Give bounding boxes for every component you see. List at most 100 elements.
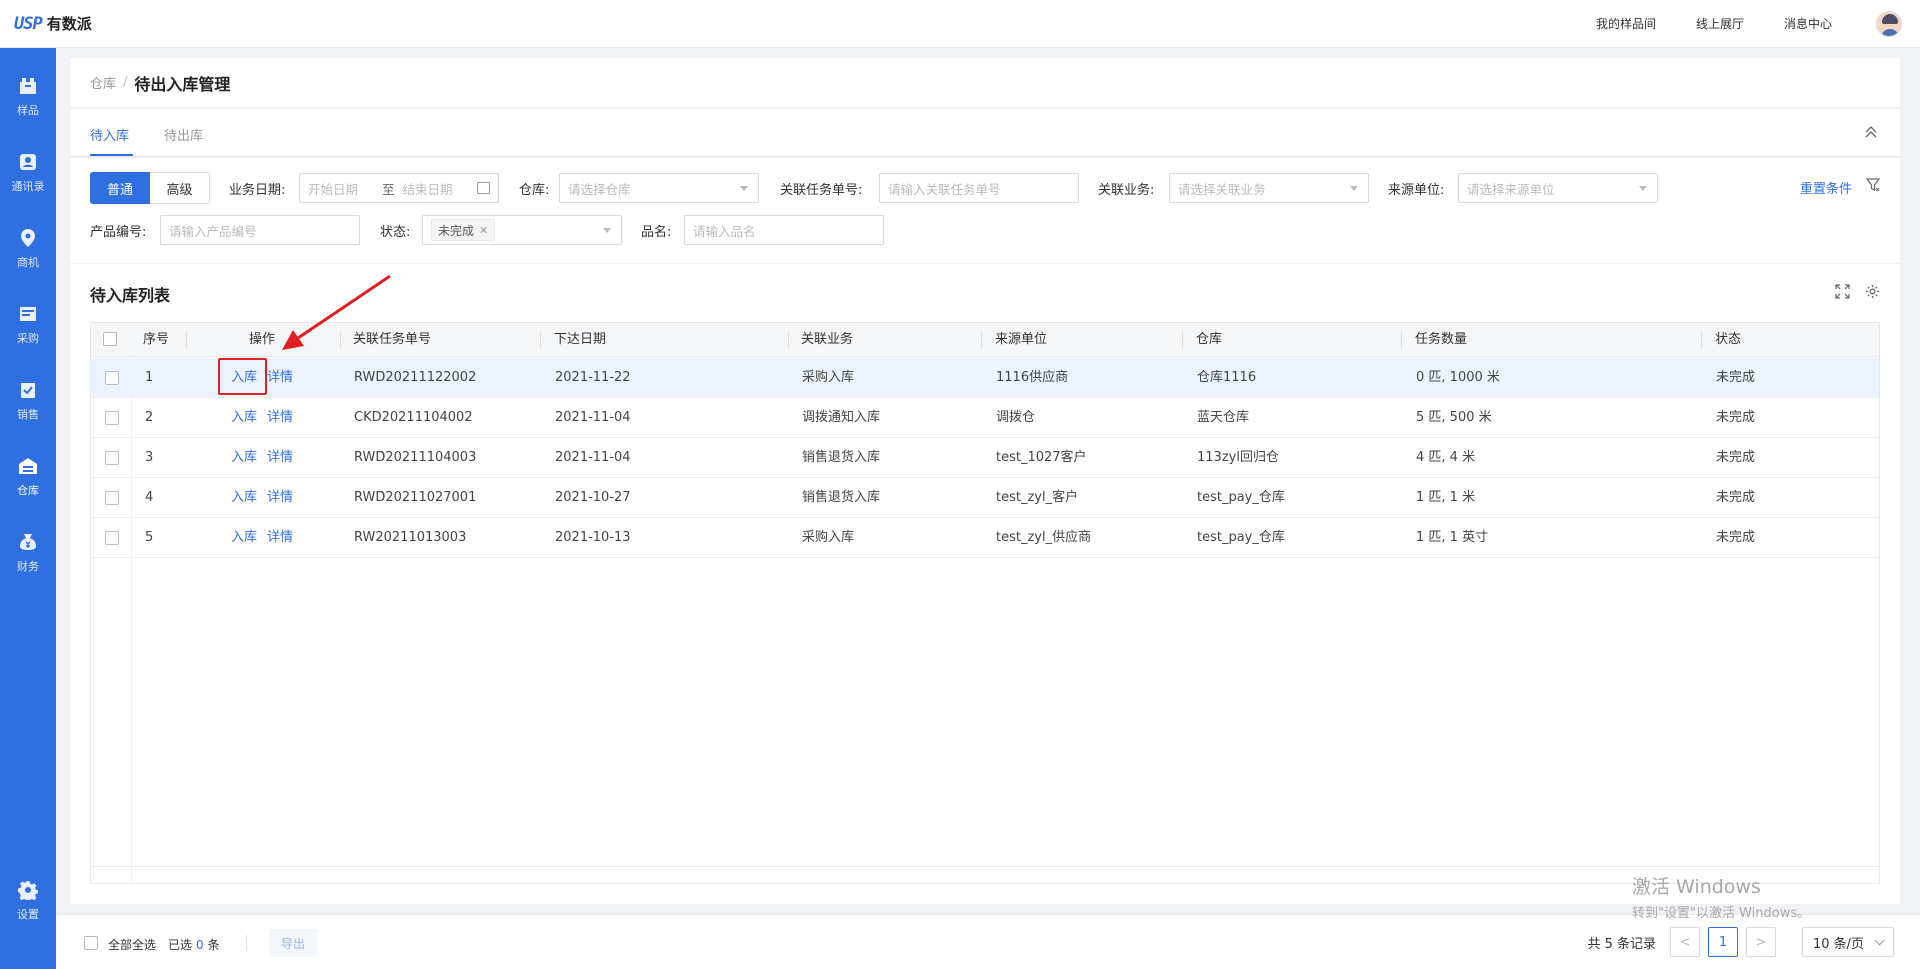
windows-watermark: 激活 Windows 转到"设置"以激活 Windows。	[1632, 872, 1810, 921]
page-size-select[interactable]: 10 条/页	[1802, 927, 1894, 957]
warehouse-select[interactable]: 请选择仓库	[559, 173, 759, 203]
product-name-placeholder: 请输入品名	[693, 223, 756, 239]
sidebar-item-finance[interactable]: 财务	[0, 532, 56, 592]
page-1-button[interactable]: 1	[1708, 927, 1738, 957]
sidebar-item-sample[interactable]: 样品	[0, 76, 56, 136]
table-scrollbar-track[interactable]	[91, 866, 1879, 867]
collapse-up-icon[interactable]	[1864, 125, 1878, 139]
row-checkbox[interactable]	[105, 491, 119, 505]
select-all-footer-checkbox[interactable]	[84, 936, 98, 950]
sidebar-item-sales[interactable]: 销售	[0, 380, 56, 440]
issue-date-cell: 2021-10-27	[555, 490, 631, 505]
source-cell: 调拨仓	[996, 410, 1036, 425]
date-end: 结束日期	[402, 181, 453, 197]
table-row[interactable]: 4 入库 详情 RWD20211027001 2021-10-27 销售退货入库 …	[91, 478, 1879, 518]
sidebar-item-settings[interactable]: 设置	[0, 880, 56, 940]
warehouse-cell: 113zyl回归仓	[1197, 450, 1279, 465]
selected-count: 已选 0 条	[168, 936, 220, 953]
reset-filters-button[interactable]: 重置条件	[1800, 178, 1852, 197]
quantity-cell: 5 匹, 500 米	[1416, 410, 1492, 425]
date-range-picker[interactable]: 开始日期 至 结束日期	[299, 173, 499, 203]
top-bar: USP 有数派 我的样品间 线上展厅 消息中心	[0, 0, 1920, 48]
date-start: 开始日期	[308, 181, 359, 197]
next-page-button[interactable]: >	[1746, 927, 1776, 957]
product-no-input[interactable]: 请输入产品编号	[160, 215, 360, 245]
sidebar-item-label: 采购	[17, 332, 39, 345]
logo[interactable]: USP 有数派	[14, 13, 92, 34]
table-row[interactable]: 5 入库 详情 RW20211013003 2021-10-13 采购入库 tes…	[91, 518, 1879, 558]
row-index: 2	[145, 410, 154, 425]
product-name-input[interactable]: 请输入品名	[684, 215, 884, 245]
nav-online-hall[interactable]: 线上展厅	[1696, 15, 1744, 32]
task-no-input[interactable]: 请输入关联任务单号	[879, 173, 1079, 203]
close-icon[interactable]: ✕	[479, 224, 488, 237]
sidebar-item-warehouse[interactable]: 仓库	[0, 456, 56, 516]
status-cell: 未完成	[1716, 410, 1756, 425]
stock-in-button[interactable]: 入库	[231, 450, 257, 465]
total-records: 共 5 条记录	[1587, 936, 1656, 952]
export-button[interactable]: 导出	[269, 929, 317, 957]
source-cell: test_zyl_供应商	[996, 530, 1092, 545]
chevron-down-icon	[1350, 186, 1358, 191]
gear-icon[interactable]	[1865, 284, 1880, 299]
advanced-mode-button[interactable]: 高级	[150, 172, 210, 204]
prev-page-button[interactable]: <	[1670, 927, 1700, 957]
column-header: 状态	[1715, 332, 1742, 347]
detail-button[interactable]: 详情	[267, 530, 293, 545]
task-no-cell: RWD20211027001	[354, 490, 477, 505]
normal-mode-button[interactable]: 普通	[90, 172, 150, 204]
logo-mark: USP	[14, 13, 43, 34]
status-select[interactable]: 未完成 ✕	[422, 215, 622, 245]
nav-sample-room[interactable]: 我的样品间	[1596, 15, 1656, 32]
row-checkbox[interactable]	[105, 531, 119, 545]
warehouse-cell: test_pay_仓库	[1197, 490, 1285, 505]
sidebar-item-purchase[interactable]: 采购	[0, 304, 56, 364]
logo-name: 有数派	[46, 15, 92, 33]
issue-date-cell: 2021-10-13	[555, 530, 631, 545]
row-checkbox[interactable]	[105, 451, 119, 465]
stock-in-button[interactable]: 入库	[231, 530, 257, 545]
detail-button[interactable]: 详情	[267, 450, 293, 465]
business-cell: 采购入库	[802, 370, 855, 385]
filter-clear-icon[interactable]	[1866, 178, 1880, 192]
row-index: 1	[145, 370, 154, 385]
status-tag[interactable]: 未完成 ✕	[431, 219, 496, 241]
tabs-bar: 待入库 待出库	[70, 109, 1900, 157]
status-cell: 未完成	[1716, 530, 1756, 545]
detail-button[interactable]: 详情	[267, 410, 293, 425]
sidebar-item-contacts[interactable]: 通讯录	[0, 152, 56, 212]
detail-button[interactable]: 详情	[267, 490, 293, 505]
select-all-checkbox[interactable]	[103, 332, 117, 346]
warehouse-placeholder: 请选择仓库	[568, 181, 631, 197]
task-no-cell: RWD20211104003	[354, 450, 477, 465]
status-tag-label: 未完成	[438, 223, 475, 238]
row-checkbox[interactable]	[105, 371, 119, 385]
sidebar-item-label: 通讯录	[11, 180, 45, 193]
table-row[interactable]: 2 入库 详情 CKD20211104002 2021-11-04 调拨通知入库 …	[91, 398, 1879, 438]
stock-in-button[interactable]: 入库	[231, 490, 257, 505]
nav-message-center[interactable]: 消息中心	[1784, 15, 1832, 32]
purchase-icon	[20, 307, 36, 321]
row-actions: 入库 详情	[231, 438, 293, 478]
watermark-line-1: 激活 Windows	[1632, 876, 1761, 898]
sidebar-item-opportunity[interactable]: 商机	[0, 228, 56, 288]
tab-pending-out[interactable]: 待出库	[164, 125, 203, 144]
table-row[interactable]: 1 入库 详情 RWD20211122002 2021-11-22 采购入库 11…	[91, 358, 1879, 398]
fullscreen-icon[interactable]	[1835, 284, 1850, 299]
source-select[interactable]: 请选择来源单位	[1458, 173, 1658, 203]
business-select[interactable]: 请选择关联业务	[1169, 173, 1369, 203]
quantity-cell: 1 匹, 1 米	[1416, 490, 1476, 505]
avatar[interactable]	[1876, 10, 1902, 37]
calendar-icon	[477, 182, 490, 194]
chevron-down-icon	[603, 228, 611, 233]
warehouse-cell: 蓝天仓库	[1197, 410, 1250, 425]
detail-button[interactable]: 详情	[267, 370, 293, 385]
row-checkbox[interactable]	[105, 411, 119, 425]
row-actions: 入库 详情	[231, 398, 293, 438]
sample-icon	[20, 78, 36, 94]
table-row[interactable]: 3 入库 详情 RWD20211104003 2021-11-04 销售退货入库 …	[91, 438, 1879, 478]
tab-pending-in[interactable]: 待入库	[90, 125, 129, 144]
breadcrumb-parent[interactable]: 仓库	[90, 73, 116, 92]
list-panel: 待入库列表 序号 操作 关联任务单号 下达日期 关联业务 来源单位 仓库 任务数…	[70, 264, 1900, 904]
stock-in-button[interactable]: 入库	[231, 410, 257, 425]
